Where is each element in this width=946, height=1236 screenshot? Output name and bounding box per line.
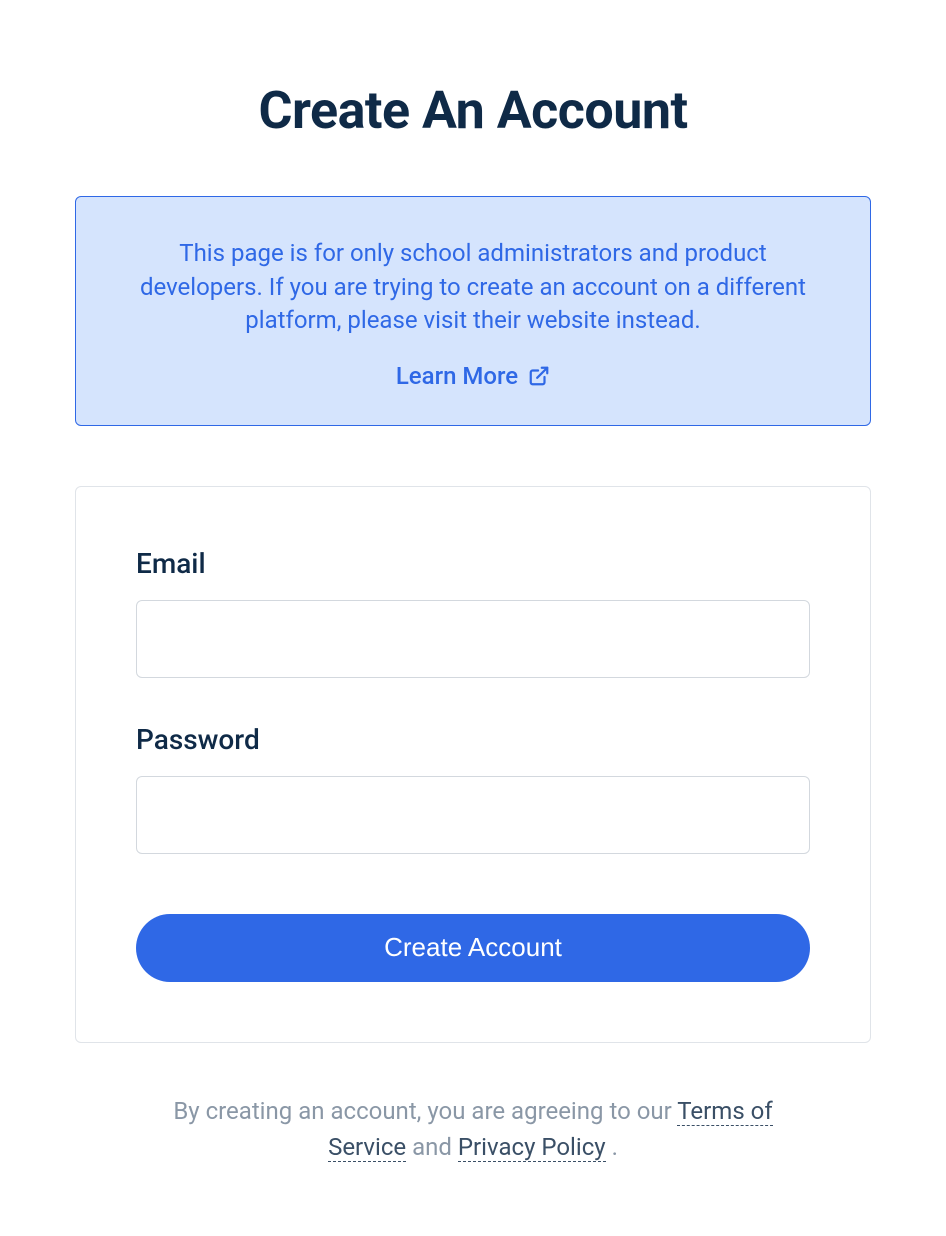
footer-suffix: . [612, 1133, 618, 1161]
create-account-button[interactable]: Create Account [136, 914, 810, 982]
info-banner: This page is for only school administrat… [75, 196, 871, 426]
email-field[interactable] [136, 600, 810, 678]
password-field[interactable] [136, 776, 810, 854]
learn-more-label: Learn More [396, 362, 518, 390]
footer-connector: and [412, 1133, 458, 1161]
footer-agreement-text: By creating an account, you are agreeing… [173, 1093, 773, 1165]
password-label: Password [136, 723, 810, 756]
email-label: Email [136, 547, 810, 580]
external-link-icon [528, 365, 550, 387]
info-banner-text: This page is for only school administrat… [116, 237, 830, 338]
footer-prefix: By creating an account, you are agreeing… [173, 1097, 677, 1125]
page-title: Create An Account [258, 80, 687, 141]
signup-form-card: Email Password Create Account [75, 486, 871, 1043]
password-group: Password [136, 723, 810, 854]
learn-more-link[interactable]: Learn More [396, 362, 550, 390]
email-group: Email [136, 547, 810, 678]
privacy-policy-link[interactable]: Privacy Policy [458, 1133, 606, 1162]
